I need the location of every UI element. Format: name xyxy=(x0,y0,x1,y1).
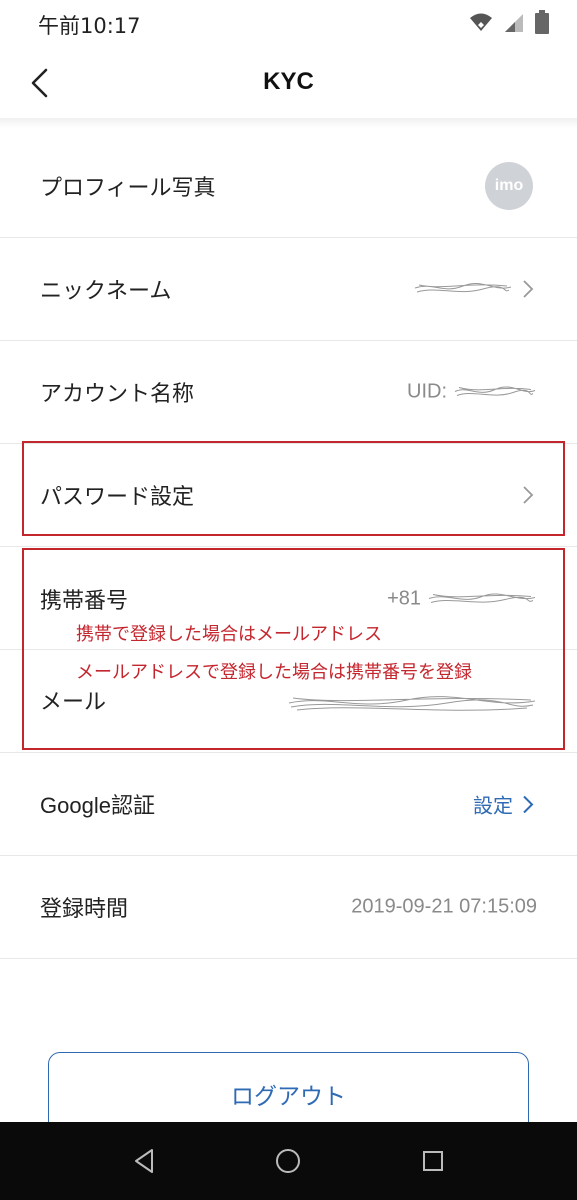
row-nickname[interactable]: ニックネーム xyxy=(0,238,577,341)
profile-photo-label: プロフィール写真 xyxy=(40,176,216,201)
nickname-label: ニックネーム xyxy=(40,279,172,304)
registered-time-text: 2019-09-21 07:15:09 xyxy=(351,895,537,918)
annotation-line-1: 携帯で登録した場合はメールアドレス xyxy=(76,624,382,645)
nickname-value xyxy=(413,278,537,300)
logout-label: ログアウト xyxy=(231,1084,346,1110)
nav-back-icon[interactable] xyxy=(130,1146,160,1176)
page-title: KYC xyxy=(263,68,314,95)
row-google-auth[interactable]: Google認証 設定 xyxy=(0,753,577,856)
annotation-line-2: メールアドレスで登録した場合は携帯番号を登録 xyxy=(76,662,472,683)
signal-icon xyxy=(505,14,523,32)
redacted-scribble xyxy=(414,282,512,293)
wifi-icon xyxy=(470,13,492,31)
contact-highlight-box xyxy=(22,548,565,750)
account-name-label: アカウント名称 xyxy=(40,382,195,407)
registered-time-label: 登録時間 xyxy=(40,897,129,922)
row-account-name: アカウント名称 UID: xyxy=(0,341,577,444)
row-profile-photo[interactable]: プロフィール写真 imo xyxy=(0,135,577,238)
chevron-right-icon xyxy=(523,795,534,813)
nav-recents-icon[interactable] xyxy=(418,1146,448,1176)
header-divider xyxy=(0,118,577,128)
account-name-value: UID: xyxy=(407,381,537,404)
google-auth-value[interactable]: 設定 xyxy=(473,790,537,819)
redacted-scribble xyxy=(454,385,536,396)
google-auth-setting-link: 設定 xyxy=(473,793,513,818)
row-registered-time: 登録時間 2019-09-21 07:15:09 xyxy=(0,856,577,959)
status-time: 午前10:17 xyxy=(38,14,141,38)
system-nav-bar xyxy=(0,1122,577,1200)
header: KYC xyxy=(0,48,577,118)
status-icons xyxy=(469,10,549,34)
google-auth-label: Google認証 xyxy=(40,793,155,818)
chevron-right-icon xyxy=(523,280,534,298)
avatar[interactable]: imo xyxy=(485,162,533,210)
uid-prefix: UID: xyxy=(407,380,447,403)
avatar-text: imo xyxy=(494,177,524,194)
nav-home-icon[interactable] xyxy=(273,1146,303,1176)
registered-time-value: 2019-09-21 07:15:09 xyxy=(351,896,537,919)
battery-icon xyxy=(535,10,549,34)
status-bar: 午前10:17 xyxy=(0,0,577,48)
password-highlight-box xyxy=(22,441,565,536)
